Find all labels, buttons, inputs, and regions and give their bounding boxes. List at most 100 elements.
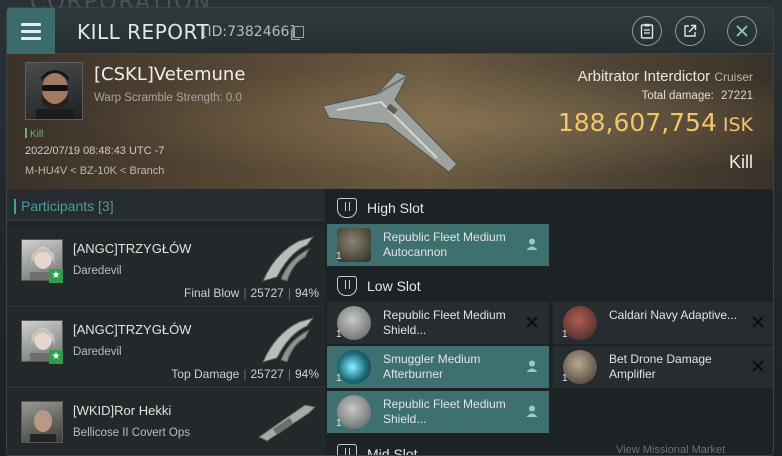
destroyed-icon	[526, 316, 538, 328]
isk-unit: ISK	[722, 114, 753, 136]
low-slot-icon	[337, 276, 357, 296]
external-link-button[interactable]	[675, 16, 705, 46]
pilot-portrait-icon	[30, 410, 56, 442]
kill-report-window: KILL REPORT [ID:7382466] [CSKL]Vetemune …	[6, 7, 774, 456]
item-qty: 1	[336, 329, 342, 340]
participant-ship-image	[262, 317, 315, 363]
total-damage: Total damage: 27221	[642, 90, 753, 102]
clipboard-icon	[640, 23, 654, 39]
participant-damage: 25727	[250, 286, 284, 300]
participant-stats: Top Damage | 25727 | 94%	[171, 367, 319, 381]
victim-avatar[interactable]	[25, 62, 83, 120]
item-name: Bet Drone Damage Amplifier	[609, 352, 712, 381]
close-icon	[736, 25, 748, 37]
participant-ship: Daredevil	[73, 346, 122, 358]
participant-damage: 25727	[250, 367, 284, 381]
item-qty: 1	[336, 418, 342, 429]
kill-location[interactable]: M-HU4V < BZ-10K < Branch	[25, 165, 164, 177]
destroyed-icon	[752, 360, 764, 372]
participant-name: [ANGC]TRZYGŁÓW	[73, 322, 192, 337]
slot-item[interactable]: 1 Smuggler Medium Afterburner	[327, 346, 549, 388]
victim-ship-image	[322, 71, 458, 173]
avatar	[21, 401, 63, 443]
menu-icon	[21, 23, 41, 26]
high-slot-header[interactable]: High Slot	[325, 191, 773, 225]
participant-name: [WKID]Ror Hekki	[73, 403, 172, 418]
person-icon	[526, 238, 538, 250]
low-slot-header[interactable]: Low Slot	[325, 269, 773, 303]
victim-ship-name[interactable]: Arbitrator Interdictor Cruiser	[578, 68, 753, 85]
destroyed-icon	[752, 316, 764, 328]
slot-item[interactable]: 1 Republic Fleet Medium Shield...	[327, 302, 549, 344]
isk-value: 188,607,754 ISK	[558, 108, 753, 137]
isk-amount: 188,607,754	[557, 108, 717, 137]
mid-slot-icon	[337, 444, 357, 455]
high-slot-icon	[337, 198, 357, 218]
participants-panel: Participants [3] ★ [ANGC]TRZYGŁÓW Darede…	[7, 189, 325, 455]
participants-header[interactable]: Participants [3]	[7, 189, 325, 221]
star-icon: ★	[49, 350, 63, 364]
participants-title: Participants [3]	[14, 198, 114, 214]
item-name: Republic Fleet Medium Shield...	[383, 308, 506, 337]
item-qty: 1	[562, 373, 568, 384]
kill-tag: Kill	[25, 128, 43, 140]
person-icon	[526, 405, 538, 417]
slot-item[interactable]: 1 Republic Fleet Medium Shield...	[327, 391, 549, 433]
kill-id: [ID:7382466]	[202, 24, 295, 40]
result-label: Kill	[728, 152, 753, 172]
afterburner-icon	[337, 350, 371, 384]
slot-item[interactable]: 1 Caldari Navy Adaptive...	[553, 302, 773, 344]
clipboard-button[interactable]	[632, 16, 662, 46]
menu-button[interactable]	[7, 8, 55, 54]
low-slot-label: Low Slot	[367, 278, 421, 294]
fitting-panel: High Slot 1 Republic Fleet Medium Autoca…	[325, 189, 773, 456]
participant-ship-image	[258, 404, 317, 442]
shield-extender-icon	[337, 306, 371, 340]
total-damage-label: Total damage:	[641, 90, 714, 102]
participant-role: Top Damage	[171, 367, 240, 381]
participant-row[interactable]: ★ [ANGC]TRZYGŁÓW Daredevil Final Blow | 25…	[7, 227, 325, 307]
participant-ship-image	[262, 236, 315, 282]
participant-ship: Daredevil	[73, 265, 122, 277]
close-button[interactable]	[727, 16, 757, 46]
victim-name[interactable]: [CSKL]Vetemune	[94, 64, 245, 85]
header-bar: KILL REPORT [ID:7382466]	[7, 8, 773, 54]
star-icon: ★	[49, 269, 63, 283]
adaptive-hardener-icon	[563, 306, 597, 340]
participant-row[interactable]: [WKID]Ror Hekki Bellicose II Covert Ops	[7, 389, 325, 455]
menu-icon-bar	[21, 37, 41, 40]
warp-scramble-strength: Warp Scramble Strength: 0.0	[94, 92, 242, 104]
participant-stats: Final Blow | 25727 | 94%	[183, 286, 319, 300]
participant-percent: 94%	[294, 286, 319, 300]
victim-panel: [CSKL]Vetemune Warp Scramble Strength: 0…	[7, 54, 773, 189]
external-link-icon	[684, 24, 697, 37]
total-damage-value: 27221	[721, 90, 753, 102]
participant-role: Final Blow	[183, 286, 240, 300]
victim-ship-class: Cruiser	[714, 70, 753, 84]
item-qty: 1	[336, 373, 342, 384]
mid-slot-label: Mid Slot	[367, 446, 418, 456]
drone-damage-amplifier-icon	[563, 350, 597, 384]
item-name: Caldari Navy Adaptive...	[609, 308, 738, 322]
item-name: Republic Fleet Medium Autocannon	[383, 230, 506, 259]
victim-portrait-icon	[36, 70, 74, 119]
kill-datetime: 2022/07/19 08:48:43 UTC -7	[25, 145, 165, 157]
high-slot-label: High Slot	[367, 200, 424, 216]
person-icon	[526, 360, 538, 372]
participant-percent: 94%	[294, 367, 319, 381]
menu-icon-bar	[21, 30, 41, 33]
item-name: Smuggler Medium Afterburner	[383, 352, 481, 381]
shield-extender-icon	[337, 395, 371, 429]
page-title: KILL REPORT	[77, 20, 210, 44]
participant-name: [ANGC]TRZYGŁÓW	[73, 241, 192, 256]
autocannon-icon	[337, 228, 371, 262]
participant-row[interactable]: ★ [ANGC]TRZYGŁÓW Daredevil Top Damage | 25…	[7, 308, 325, 388]
slot-item[interactable]: 1 Bet Drone Damage Amplifier	[553, 346, 773, 388]
participant-ship: Bellicose II Covert Ops	[73, 427, 190, 439]
slot-item[interactable]: 1 Republic Fleet Medium Autocannon	[327, 224, 549, 266]
item-qty: 1	[562, 329, 568, 340]
copy-icon[interactable]	[291, 26, 304, 40]
item-qty: 1	[336, 251, 342, 262]
footer-link[interactable]: View Missional Market	[616, 444, 725, 456]
item-name: Republic Fleet Medium Shield...	[383, 397, 506, 426]
